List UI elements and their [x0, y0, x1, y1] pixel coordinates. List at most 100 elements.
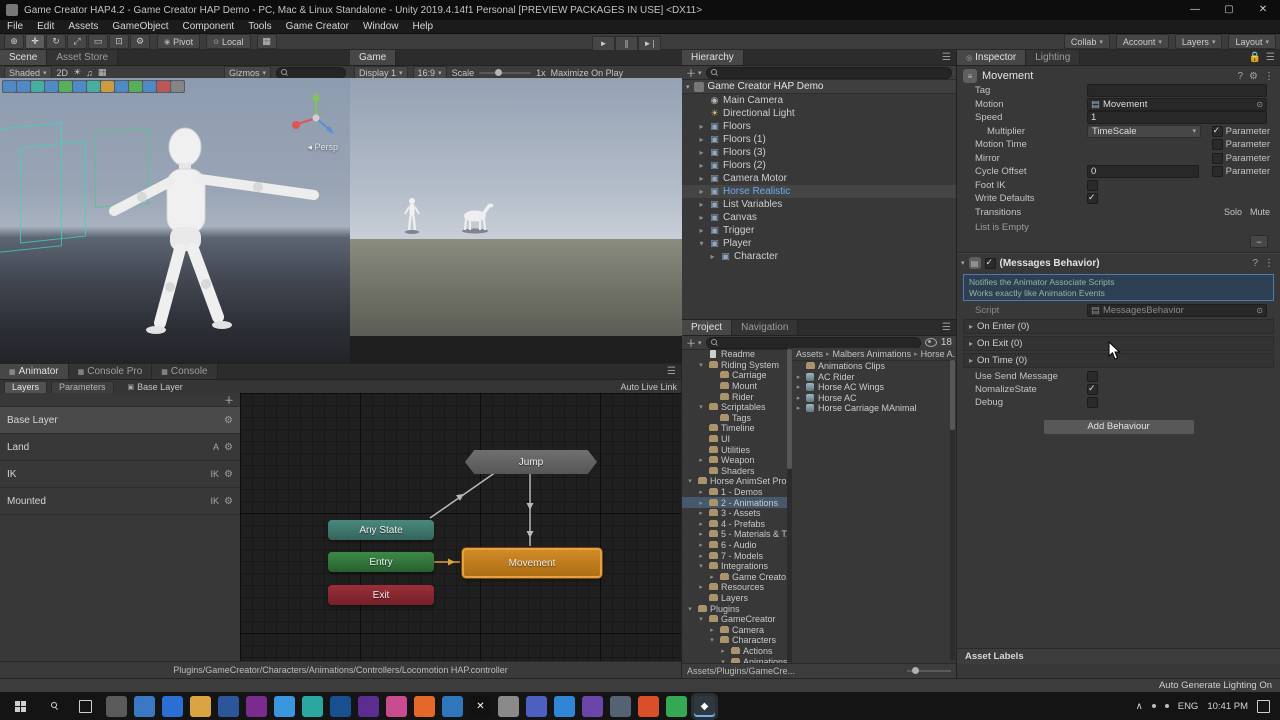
- hierarchy-item[interactable]: ▸ Camera Motor: [682, 172, 956, 185]
- animator-layer[interactable]: Base Layer ⚙: [0, 407, 240, 434]
- project-file[interactable]: ▸ Horse Carriage MAnimal: [792, 403, 956, 414]
- custom-tool-icon[interactable]: ⚙: [130, 34, 150, 49]
- lock-icon[interactable]: 🔒: [1249, 52, 1261, 63]
- expand-arrow[interactable]: ▾: [708, 636, 716, 644]
- state-node-entry[interactable]: Entry: [328, 552, 434, 572]
- taskbar-app-icon[interactable]: [498, 696, 519, 717]
- project-folder[interactable]: ▾ Horse AnimSet Pro: [682, 476, 791, 487]
- gc-tool-icon[interactable]: [17, 81, 30, 92]
- tag-field[interactable]: [1087, 84, 1267, 97]
- scale-tool-icon[interactable]: ⤢: [67, 34, 87, 49]
- panel-menu-icon[interactable]: ☰: [942, 52, 951, 63]
- expand-arrow[interactable]: ▸: [697, 456, 705, 464]
- project-folder[interactable]: ▸ Game Creato...: [682, 571, 791, 582]
- file-pane-scrollbar[interactable]: [950, 360, 955, 660]
- menu-item[interactable]: Tools: [241, 20, 278, 33]
- expand-arrow[interactable]: ▸: [697, 583, 705, 591]
- project-folder[interactable]: ▸ 2 - Animations: [682, 497, 791, 508]
- menu-item[interactable]: GameObject: [105, 20, 175, 33]
- hierarchy-item[interactable]: ▸ Floors (1): [682, 133, 956, 146]
- project-folder[interactable]: ▸ 7 - Models: [682, 550, 791, 561]
- auto-generate-lighting-toggle[interactable]: Auto Generate Lighting On: [1159, 680, 1280, 691]
- scene-search-input[interactable]: [276, 67, 346, 79]
- step-button[interactable]: ►∣: [638, 36, 661, 51]
- expand-arrow[interactable]: ▸: [697, 520, 705, 528]
- asset-zoom-slider[interactable]: [907, 670, 951, 672]
- parameter-checkbox[interactable]: [1212, 153, 1223, 164]
- property-checkbox[interactable]: [1087, 371, 1098, 382]
- parameters-tab[interactable]: Parameters: [51, 381, 114, 394]
- taskbar-app-icon[interactable]: [386, 696, 407, 717]
- expand-arrow[interactable]: ▸: [708, 252, 717, 261]
- tab-asset-store[interactable]: Asset Store: [47, 50, 118, 65]
- project-folder[interactable]: ▸ 4 - Prefabs: [682, 519, 791, 530]
- taskbar-app-icon[interactable]: [526, 696, 547, 717]
- action-center-icon[interactable]: [1257, 700, 1270, 713]
- panel-menu-icon[interactable]: ☰: [942, 322, 951, 333]
- add-layer-button[interactable]: ＋: [224, 392, 234, 407]
- state-node-jump[interactable]: Jump: [465, 450, 597, 474]
- hierarchy-item[interactable]: ▸ Trigger: [682, 224, 956, 237]
- remove-transition-button[interactable]: −: [1250, 235, 1268, 248]
- menu-item[interactable]: File: [0, 20, 30, 33]
- gc-tool-icon[interactable]: [59, 81, 72, 92]
- menu-icon[interactable]: ⋮: [1264, 71, 1274, 82]
- rect-tool-icon[interactable]: ▭: [88, 34, 108, 49]
- expand-arrow[interactable]: ▸: [719, 647, 727, 655]
- project-folder[interactable]: ▸ 3 - Assets: [682, 508, 791, 519]
- expand-arrow[interactable]: ▸: [708, 573, 716, 581]
- tab-scene[interactable]: Scene: [0, 50, 47, 65]
- local-toggle[interactable]: ⊙Local: [206, 34, 250, 49]
- close-button[interactable]: ✕: [1246, 0, 1280, 20]
- hierarchy-item[interactable]: Directional Light: [682, 107, 956, 120]
- menu-item[interactable]: Component: [176, 20, 242, 33]
- gc-tool-icon[interactable]: [115, 81, 128, 92]
- animator-layer[interactable]: IK IK ⚙: [0, 461, 240, 488]
- taskbar-app-icon[interactable]: [414, 696, 435, 717]
- panel-menu-icon[interactable]: ☰: [667, 366, 676, 377]
- breadcrumb-item[interactable]: Assets: [796, 349, 823, 359]
- tab-console[interactable]: ▦Console: [152, 364, 217, 379]
- project-folder[interactable]: ▸ Resources: [682, 582, 791, 593]
- tray-icon[interactable]: [1152, 704, 1156, 708]
- game-viewport[interactable]: [350, 78, 682, 363]
- expand-arrow[interactable]: ▸: [697, 148, 706, 157]
- event-foldout[interactable]: ▸ On Enter (0): [963, 319, 1274, 334]
- project-folder[interactable]: ▾ Plugins: [682, 603, 791, 614]
- transform-tool-icon[interactable]: ⊡: [109, 34, 129, 49]
- minimize-button[interactable]: —: [1178, 0, 1212, 20]
- taskbar-app-icon[interactable]: [330, 696, 351, 717]
- taskbar-app-icon[interactable]: [302, 696, 323, 717]
- component-enabled-checkbox[interactable]: [985, 258, 996, 269]
- project-folder[interactable]: ▸ Camera: [682, 624, 791, 635]
- tab-hierarchy[interactable]: Hierarchy: [682, 50, 744, 65]
- gc-tool-icon[interactable]: [101, 81, 114, 92]
- expand-arrow[interactable]: ▸: [795, 404, 802, 412]
- scene-fx-icon[interactable]: ▦: [98, 67, 107, 78]
- gc-tool-icon[interactable]: [171, 81, 184, 92]
- project-folder[interactable]: ▾ GameCreator: [682, 614, 791, 625]
- play-button[interactable]: ►: [592, 36, 615, 51]
- project-folder[interactable]: ▸ Actions: [682, 646, 791, 657]
- start-button[interactable]: [0, 692, 40, 720]
- tab-game[interactable]: Game: [350, 50, 396, 65]
- scene-audio-icon[interactable]: ♫: [86, 68, 93, 78]
- scene-lighting-icon[interactable]: ☀: [73, 67, 81, 78]
- project-folder[interactable]: Mount: [682, 381, 791, 392]
- menu-item[interactable]: Edit: [30, 20, 61, 33]
- pivot-toggle[interactable]: ◉Pivot: [157, 34, 200, 49]
- project-folder[interactable]: Utilities: [682, 444, 791, 455]
- taskbar-app-icon[interactable]: ✕: [470, 696, 491, 717]
- asset-labels-header[interactable]: Asset Labels: [957, 648, 1280, 664]
- gear-icon[interactable]: ⚙: [1249, 71, 1258, 82]
- expand-arrow[interactable]: ▾: [697, 361, 705, 369]
- project-folder[interactable]: ▾ Scriptables: [682, 402, 791, 413]
- taskbar-app-icon[interactable]: [358, 696, 379, 717]
- state-node-movement[interactable]: Movement: [462, 548, 602, 578]
- hierarchy-item[interactable]: ▸ Floors (2): [682, 159, 956, 172]
- animator-graph[interactable]: Jump Any State Entry Movement Exit: [240, 393, 681, 662]
- speed-field[interactable]: 1: [1087, 111, 1267, 124]
- account-dropdown[interactable]: Account▾: [1116, 34, 1169, 49]
- state-node-exit[interactable]: Exit: [328, 585, 434, 605]
- auto-live-link-button[interactable]: Auto Live Link: [620, 382, 677, 392]
